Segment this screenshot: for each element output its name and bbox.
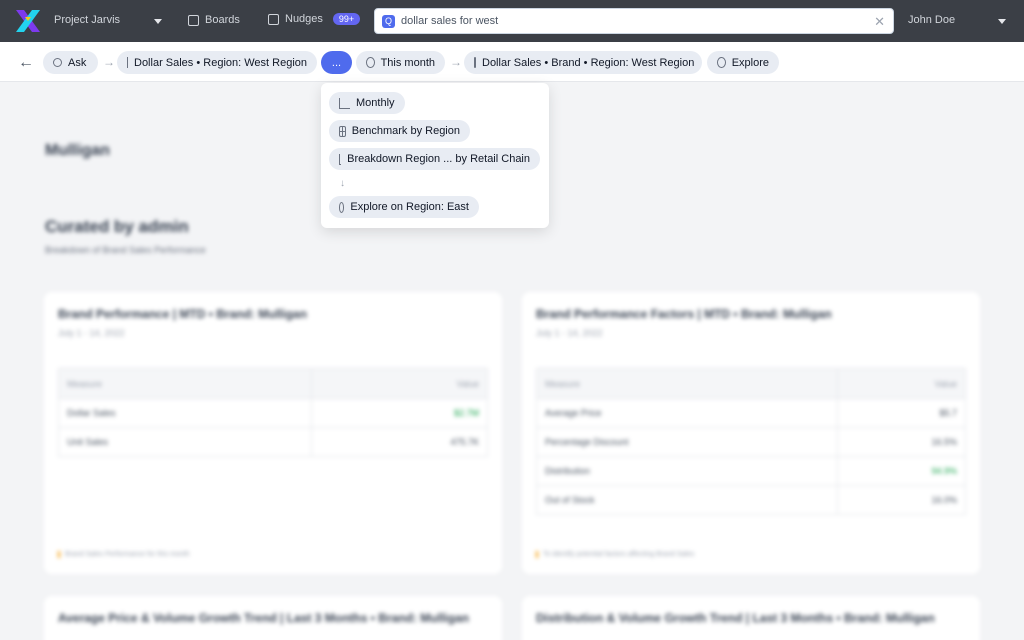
card-date: July 1 - 14, 2022 (536, 328, 603, 338)
clear-search-icon[interactable]: ✕ (874, 14, 885, 30)
crumb-dollar-sales-brand-region[interactable]: Dollar Sales • Brand • Region: West Regi… (464, 51, 702, 74)
card-title: Brand Performance | MTD • Brand: Mulliga… (58, 307, 307, 321)
table-row: Unit Sales 475.7K (57, 427, 488, 457)
table-row: Dollar Sales $2.7M (57, 398, 488, 428)
arrow-right-icon: → (450, 55, 462, 69)
table-cell-measure: Out of Stock (535, 485, 839, 515)
user-chevron-down-icon[interactable] (998, 19, 1006, 24)
crumb-explore[interactable]: Explore (707, 51, 779, 74)
page-title: Mulligan (45, 142, 110, 159)
menu-item-label: Breakdown Region ... by Retail Chain (347, 153, 530, 165)
menu-item-explore-region-east[interactable]: Explore on Region: East (329, 196, 479, 218)
magnifier-icon (53, 58, 62, 67)
project-chevron-down-icon[interactable] (154, 19, 162, 24)
table-row: Average Price $5.7 (535, 398, 966, 428)
nav-boards[interactable]: Boards (188, 14, 240, 26)
nudges-count-badge: 99+ (332, 13, 361, 25)
menu-item-monthly[interactable]: Monthly (329, 92, 405, 114)
section-title: Curated by admin (45, 217, 189, 236)
menu-item-benchmark-by-region[interactable]: Benchmark by Region (329, 120, 470, 142)
card-brand-performance-factors: Brand Performance Factors | MTD • Brand:… (522, 292, 980, 574)
globe-icon (366, 57, 375, 68)
table-header-measure: Measure (535, 368, 839, 399)
crumb-this-month-label: This month (380, 56, 435, 69)
crumb-dollar-sales-brand-region-label: Dollar Sales • Brand • Region: West Regi… (482, 56, 695, 69)
more-dropdown-menu: Monthly Benchmark by Region Breakdown Re… (321, 83, 549, 228)
crumb-dollar-sales-region-label: Dollar Sales • Region: West Region (134, 56, 308, 69)
branch-icon (339, 153, 342, 165)
table-cell-measure: Percentage Discount (535, 427, 839, 457)
table-cell-value: 16.0% (837, 485, 966, 515)
table-cell-value: 16.5% (837, 427, 966, 457)
user-name[interactable]: John Doe (908, 14, 955, 26)
nav-nudges[interactable]: Nudges 99+ (268, 13, 361, 25)
line-chart-icon (339, 97, 350, 109)
card-date: July 1 - 14, 2022 (58, 328, 125, 338)
card-distribution-volume-trend: Distribution & Volume Growth Trend | Las… (522, 596, 980, 640)
table-cell-measure: Distribution (535, 456, 839, 486)
table-cell-value: 475.7K (311, 427, 488, 457)
app-logo-icon[interactable] (16, 10, 40, 32)
top-bar: Project Jarvis Boards Nudges 99+ Q ✕ Joh… (0, 0, 1024, 42)
table-cell-measure: Average Price (535, 398, 839, 428)
card-title: Average Price & Volume Growth Trend | La… (58, 611, 469, 625)
benchmark-icon (339, 125, 346, 137)
search-input[interactable] (401, 15, 861, 27)
arrow-right-icon: → (103, 55, 115, 69)
card-title: Brand Performance Factors | MTD • Brand:… (536, 307, 832, 321)
table-row: Distribution 94.9% (535, 456, 966, 486)
table-header-value: Value (837, 368, 966, 399)
crumb-more-label: ... (331, 56, 342, 69)
crumb-explore-label: Explore (731, 56, 769, 69)
back-arrow-icon[interactable]: ← (18, 54, 34, 72)
project-name[interactable]: Project Jarvis (54, 14, 120, 26)
arrow-down-icon: ↓ (340, 178, 345, 189)
card-note: To identify potential factors affecting … (536, 551, 694, 558)
data-table: Measure Value Dollar Sales $2.7M Unit Sa… (57, 368, 488, 457)
table-cell-value: $2.7M (311, 398, 488, 428)
table-cell-measure: Unit Sales (57, 427, 313, 457)
breadcrumb: ← Ask → Dollar Sales • Region: West Regi… (0, 42, 1024, 82)
table-cell-value: 94.9% (837, 456, 966, 486)
menu-item-label: Explore on Region: East (350, 201, 469, 213)
crumb-this-month[interactable]: This month (356, 51, 445, 74)
nav-boards-label: Boards (205, 14, 240, 26)
globe-icon (717, 57, 726, 68)
card-note: Brand Sales Performance for this month (58, 551, 190, 558)
boards-icon (188, 14, 199, 26)
table-header-value: Value (311, 368, 488, 399)
nudges-icon (268, 13, 279, 25)
table-icon (474, 57, 476, 68)
menu-item-label: Monthly (356, 97, 395, 109)
table-cell-measure: Dollar Sales (57, 398, 313, 428)
line-chart-icon (127, 57, 128, 68)
menu-item-label: Benchmark by Region (351, 125, 460, 137)
globe-icon (339, 201, 345, 213)
menu-item-breakdown-region[interactable]: Breakdown Region ... by Retail Chain (329, 148, 540, 170)
table-cell-value: $5.7 (837, 398, 966, 428)
crumb-ask[interactable]: Ask (43, 51, 98, 74)
search-bar[interactable]: Q ✕ (374, 8, 894, 34)
data-table: Measure Value Average Price $5.7 Percent… (535, 368, 966, 515)
table-row: Percentage Discount 16.5% (535, 427, 966, 457)
crumb-more-button[interactable]: ... (321, 51, 352, 74)
table-header-measure: Measure (57, 368, 313, 399)
table-row: Out of Stock 16.0% (535, 485, 966, 515)
card-title: Distribution & Volume Growth Trend | Las… (536, 611, 935, 625)
crumb-ask-label: Ask (68, 56, 87, 69)
crumb-dollar-sales-region[interactable]: Dollar Sales • Region: West Region (117, 51, 317, 74)
section-subtitle: Breakdown of Brand Sales Performance (45, 245, 206, 255)
card-avg-price-volume-trend: Average Price & Volume Growth Trend | La… (44, 596, 502, 640)
card-brand-performance: Brand Performance | MTD • Brand: Mulliga… (44, 292, 502, 574)
nav-nudges-label: Nudges (285, 13, 323, 25)
search-icon: Q (382, 14, 395, 28)
